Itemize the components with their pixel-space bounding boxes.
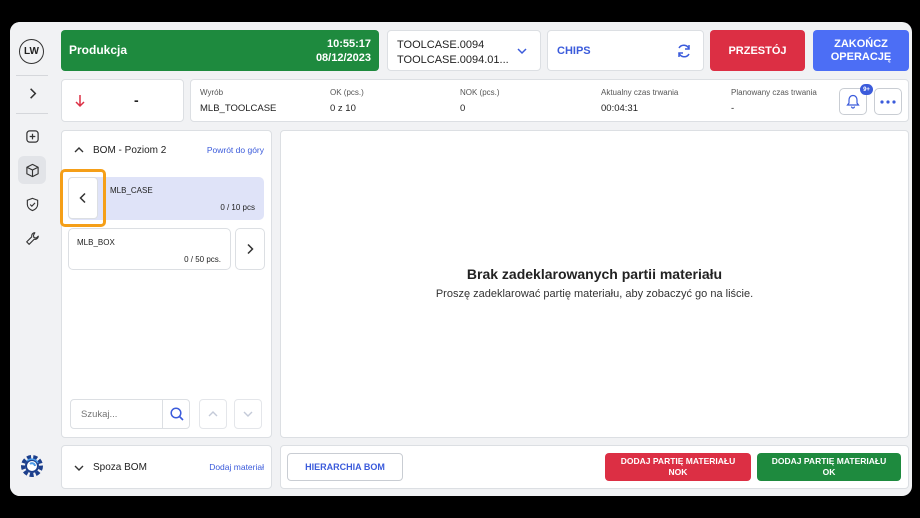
product-label: Wyrób	[200, 88, 224, 97]
nok-label: NOK (pcs.)	[460, 88, 500, 97]
chevron-down-icon	[517, 48, 527, 55]
search-button[interactable]	[162, 399, 190, 429]
status-date: 08/12/2023	[315, 52, 371, 64]
add-nok-label-1: DODAJ PARTIĘ MATERIAŁU	[620, 456, 736, 466]
app-window: LW Produkcja 10:55:17 08/12/2023 TOOLCAS…	[10, 22, 912, 496]
finish-operation-label-2: OPERACJĘ	[830, 50, 892, 63]
box-icon	[25, 163, 39, 177]
add-ok-label-1: DODAJ PARTIĘ MATERIAŁU	[771, 456, 887, 466]
avatar[interactable]: LW	[19, 39, 44, 64]
empty-state-title: Brak zadeklarowanych partii materiału	[466, 266, 723, 282]
chevron-down-icon[interactable]	[73, 463, 85, 473]
more-options-button[interactable]	[874, 88, 902, 115]
quality-button[interactable]	[18, 190, 46, 218]
sidebar: LW	[10, 22, 54, 496]
planned-duration-label: Planowany czas trwania	[731, 88, 817, 97]
next-result-button[interactable]	[234, 399, 262, 429]
refresh-icon[interactable]	[675, 42, 693, 60]
highlight-box	[60, 169, 106, 227]
status-time: 10:55:17	[326, 38, 371, 50]
resource-selector[interactable]: CHIPS	[547, 30, 704, 71]
add-material-link[interactable]: Dodaj materiał	[209, 462, 264, 472]
add-nok-batch-button[interactable]: DODAJ PARTIĘ MATERIAŁU NOK	[605, 453, 751, 481]
search-icon	[169, 407, 184, 421]
bom-item[interactable]: MLB_BOX 0 / 50 pcs.	[68, 228, 231, 270]
materials-button[interactable]	[18, 156, 46, 184]
status-label: Produkcja	[69, 43, 128, 57]
divider	[16, 113, 48, 114]
shield-check-icon	[26, 197, 38, 211]
finish-operation-label-1: ZAKOŃCZ	[834, 37, 888, 50]
bell-icon	[846, 94, 860, 109]
plus-square-icon	[25, 129, 39, 143]
bom-level-title: BOM - Poziom 2	[93, 145, 167, 156]
nok-value: 0	[460, 103, 466, 114]
more-icon	[880, 99, 896, 104]
order-selector[interactable]: TOOLCASE.0094 TOOLCASE.0094.01...	[387, 30, 541, 71]
planned-duration-value: -	[731, 103, 735, 114]
production-status-card[interactable]: Produkcja 10:55:17 08/12/2023	[61, 30, 379, 71]
material-batches-panel: Brak zadeklarowanych partii materiału Pr…	[280, 130, 909, 438]
bom-item-name: MLB_CASE	[110, 186, 153, 195]
actual-duration-label: Aktualny czas trwania	[601, 88, 679, 97]
add-button[interactable]	[18, 122, 46, 150]
ok-label: OK (pcs.)	[330, 88, 364, 97]
actual-duration-value: 00:04:31	[601, 103, 638, 114]
company-logo	[18, 452, 46, 480]
outside-bom-panel: Spoza BOM Dodaj materiał	[61, 445, 272, 489]
divider	[16, 75, 48, 76]
ok-value: 0 z 10	[330, 103, 356, 114]
operation-number: TOOLCASE.0094.01...	[397, 54, 509, 66]
trend-value: -	[134, 92, 139, 108]
chevron-up-icon	[208, 411, 218, 417]
downtime-button[interactable]: PRZESTÓJ	[710, 30, 805, 71]
add-ok-label-2: OK	[822, 467, 836, 477]
empty-state-subtitle: Proszę zadeklarować partię materiału, ab…	[435, 288, 754, 300]
notification-badge: 9+	[860, 84, 873, 95]
add-ok-batch-button[interactable]: DODAJ PARTIĘ MATERIAŁU OK	[757, 453, 901, 481]
bom-hierarchy-button[interactable]: HIERARCHIA BOM	[287, 453, 403, 481]
open-item-button[interactable]	[235, 228, 265, 270]
operation-info-bar: Wyrób MLB_TOOLCASE OK (pcs.) 0 z 10 NOK …	[190, 79, 909, 122]
finish-operation-button[interactable]: ZAKOŃCZ OPERACJĘ	[813, 30, 909, 71]
order-number: TOOLCASE.0094	[397, 39, 485, 51]
bom-item-qty: 0 / 50 pcs.	[184, 255, 221, 264]
expand-sidebar-button[interactable]	[18, 79, 46, 107]
tools-button[interactable]	[18, 224, 46, 252]
arrow-down-icon	[75, 95, 85, 108]
chevron-down-icon	[243, 411, 253, 417]
product-value: MLB_TOOLCASE	[200, 103, 277, 114]
previous-result-button[interactable]	[199, 399, 227, 429]
bom-item-qty: 0 / 10 pcs	[220, 203, 255, 212]
bom-item-name: MLB_BOX	[77, 238, 115, 247]
add-nok-label-2: NOK	[668, 467, 688, 477]
gear-logo-icon	[21, 455, 43, 477]
back-to-top-link[interactable]: Powrót do góry	[207, 145, 264, 155]
chevron-right-icon	[29, 87, 36, 99]
trend-indicator: -	[61, 79, 184, 122]
wrench-icon	[25, 231, 39, 245]
chevron-right-icon	[247, 243, 254, 255]
chevron-up-icon[interactable]	[73, 145, 85, 155]
status-clock: 10:55:17 08/12/2023	[316, 37, 371, 65]
resource-name: CHIPS	[557, 45, 591, 57]
outside-bom-title: Spoza BOM	[93, 462, 147, 473]
